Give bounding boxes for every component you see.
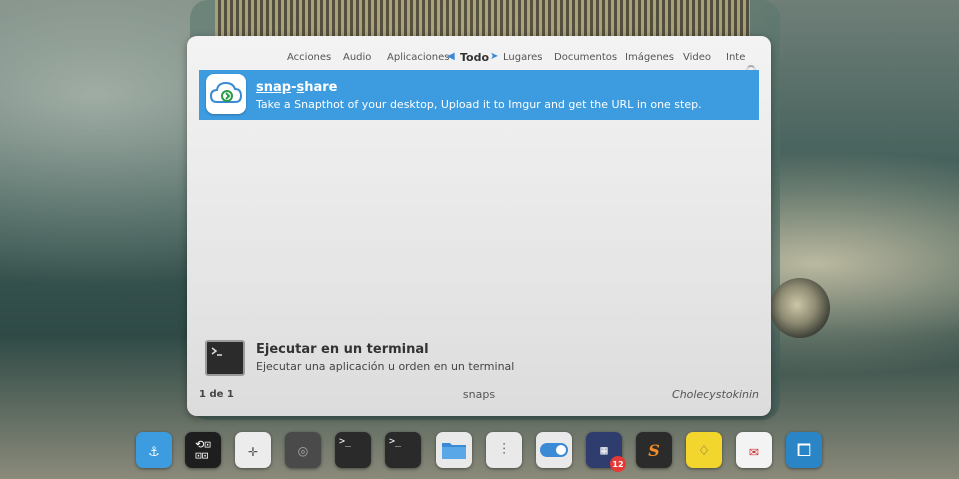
system-settings-icon[interactable]: ✛ bbox=[235, 432, 271, 468]
tab-audio[interactable]: Audio bbox=[343, 52, 371, 63]
sublime-text-icon[interactable]: S bbox=[636, 432, 672, 468]
dock: ⚓ ⟲⊡ ⊡⊡ ✛ ◎ >_ >_ ⫶ ▦ 12 S ♢ ✉ ⧠ bbox=[130, 428, 830, 474]
tab-todo[interactable]: Todo bbox=[460, 51, 489, 64]
background-radio-knob bbox=[770, 278, 830, 338]
tab-acciones[interactable]: Acciones bbox=[287, 52, 331, 63]
tab-documentos[interactable]: Documentos bbox=[554, 52, 617, 63]
tab-lugares[interactable]: Lugares bbox=[503, 52, 542, 63]
mixer-icon[interactable]: ⫶ bbox=[486, 432, 522, 468]
action-description: Ejecutar una aplicación u orden en un te… bbox=[256, 360, 515, 373]
tab-aplicaciones[interactable]: Aplicaciones bbox=[387, 52, 449, 63]
next-category-icon[interactable]: ➤ bbox=[490, 51, 498, 62]
tab-imagenes[interactable]: Imágenes bbox=[625, 52, 674, 63]
terminal-action-icon bbox=[205, 340, 245, 376]
settings-grid-icon[interactable]: ⟲⊡ ⊡⊡ bbox=[185, 432, 221, 468]
background-radio-grille bbox=[215, 0, 750, 40]
category-bar: Acciones Audio Aplicaciones ◀ Todo ➤ Lug… bbox=[187, 50, 771, 80]
result-description: Take a Snapthot of your desktop, Upload … bbox=[256, 98, 702, 111]
prev-category-icon[interactable]: ◀ bbox=[447, 51, 455, 62]
disk-utility-icon[interactable]: ◎ bbox=[285, 432, 321, 468]
files-folder-icon[interactable] bbox=[436, 432, 472, 468]
idea-bulb-icon[interactable]: ♢ bbox=[686, 432, 722, 468]
brackets-icon[interactable]: ⧠ bbox=[786, 432, 822, 468]
result-item-selected[interactable]: snap-share Take a Snapthot of your deskt… bbox=[199, 70, 759, 120]
username: Cholecystokinin bbox=[672, 388, 759, 401]
mail-icon[interactable]: ✉ bbox=[736, 432, 772, 468]
action-title[interactable]: Ejecutar en un terminal bbox=[256, 342, 429, 357]
result-title: snap-share bbox=[256, 80, 338, 95]
tab-video[interactable]: Video bbox=[683, 52, 711, 63]
notification-badge: 12 bbox=[610, 456, 626, 472]
app-grid-icon[interactable]: ▦ 12 bbox=[586, 432, 626, 472]
launcher-window: Acciones Audio Aplicaciones ◀ Todo ➤ Lug… bbox=[187, 36, 771, 416]
toggle-switch-icon[interactable] bbox=[536, 432, 572, 468]
docky-anchor-icon[interactable]: ⚓ bbox=[136, 432, 172, 468]
terminal-alt-icon[interactable]: >_ bbox=[385, 432, 421, 468]
snap-share-cloud-icon bbox=[206, 74, 246, 114]
terminal-icon[interactable]: >_ bbox=[335, 432, 371, 468]
